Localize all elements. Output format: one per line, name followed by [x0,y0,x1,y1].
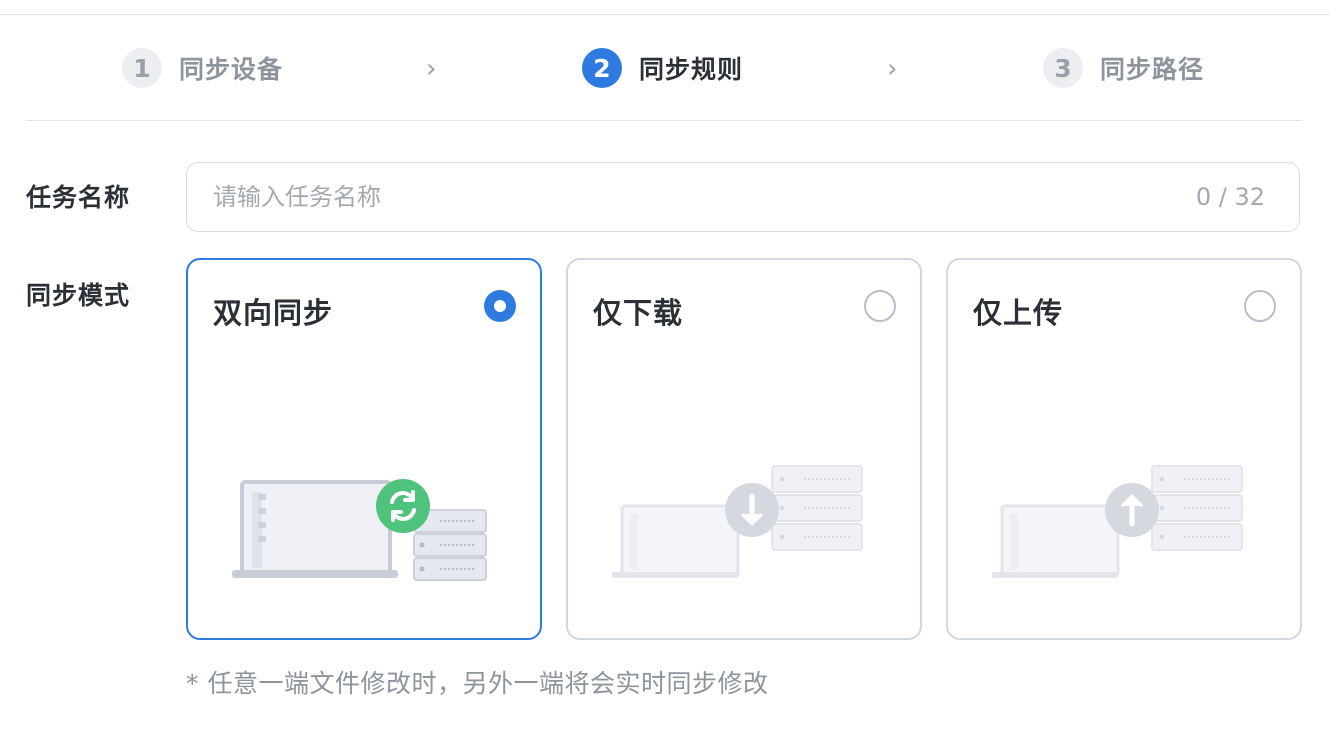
stepper: 1 同步设备 › 2 同步规则 › 3 同步路径 [0,46,1330,92]
mode-card-upload-only[interactable]: 仅上传 [946,258,1302,640]
upload-illustration [992,465,1243,578]
server-stack-icon [771,465,863,551]
download-illustration [612,465,863,578]
step-sync-rules[interactable]: 2 同步规则 [582,46,743,90]
step-number: 3 [1043,48,1083,88]
mode-hint: * 任意一端文件修改时，另外一端将会实时同步修改 [186,669,769,698]
sync-mode-label: 同步模式 [26,281,131,310]
step-label: 同步路径 [1100,55,1205,84]
chevron-right-icon: › [887,54,898,84]
top-divider [0,14,1330,15]
step-number: 1 [122,48,162,88]
task-name-field: 0 / 32 [186,162,1300,232]
task-name-input[interactable] [187,182,1196,212]
server-stack-icon [1151,465,1243,551]
step-label: 同步设备 [179,55,284,84]
chevron-right-icon: › [426,54,437,84]
step-number: 2 [582,48,622,88]
step-sync-path[interactable]: 3 同步路径 [1043,46,1204,90]
stepper-divider [26,120,1302,121]
task-name-label: 任务名称 [26,183,131,212]
char-counter: 0 / 32 [1195,183,1265,211]
step-sync-device[interactable]: 1 同步设备 [122,46,283,90]
mode-card-two-way-sync[interactable]: 双向同步 [186,258,542,640]
sync-icon [376,479,430,533]
download-arrow-icon [725,483,779,537]
step-label: 同步规则 [639,55,744,84]
upload-arrow-icon [1105,483,1159,537]
sync-task-form: 1 同步设备 › 2 同步规则 › 3 同步路径 任务名称 0 / 32 同步模… [0,0,1330,730]
mode-card-download-only[interactable]: 仅下载 [566,258,922,640]
two-way-sync-illustration [232,479,487,581]
